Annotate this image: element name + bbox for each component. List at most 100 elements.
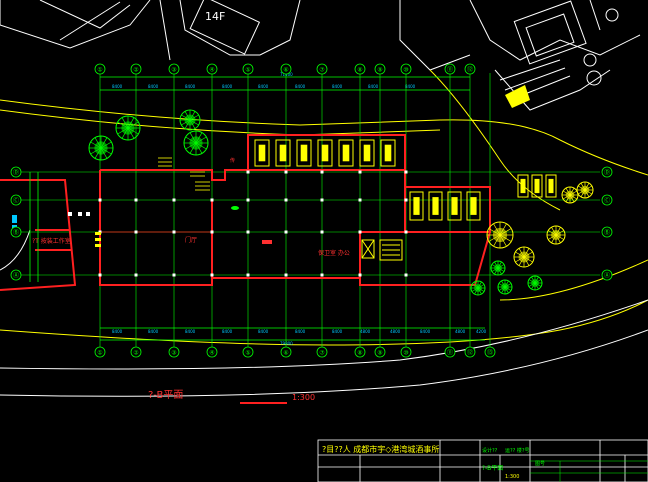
axis-bubble-right-3: Ⓑ (601, 226, 613, 238)
column (134, 273, 138, 277)
axis-bubble-bottom-3: ③ (168, 346, 180, 358)
axis-bubble-bottom-6: ⑥ (280, 346, 292, 358)
axis-bubble-right-1: Ⓓ (601, 166, 613, 178)
axis-bubble-bottom-13: ⑬ (484, 346, 496, 358)
svg-text:8400: 8400 (332, 84, 343, 89)
svg-text:⑧: ⑧ (357, 350, 362, 357)
axis-bubble-top-4: ④ (206, 63, 218, 75)
column (246, 198, 250, 202)
svg-text:①: ① (97, 350, 102, 357)
tree-4 (183, 130, 209, 156)
column (246, 170, 250, 174)
svg-text:⑥: ⑥ (283, 350, 288, 357)
tree-2 (88, 135, 114, 161)
axis-bubble-top-1: ① (94, 63, 106, 75)
axis-bubble-left-1: Ⓓ (10, 166, 22, 178)
axis-bubble-bottom-12: ⑫ (464, 346, 476, 358)
svg-text:①: ① (97, 67, 102, 74)
svg-text:⑦: ⑦ (319, 67, 325, 74)
svg-text:4800: 4800 (455, 329, 466, 334)
tree-8 (561, 186, 579, 204)
room-label-lobby: 门厅 (185, 236, 197, 244)
neighbor-label: 14F (205, 10, 225, 23)
tree-11 (470, 280, 486, 296)
svg-text:Ⓐ: Ⓐ (13, 272, 19, 280)
tree-12 (497, 279, 513, 295)
svg-text:79800: 79800 (280, 341, 293, 346)
axis-bubble-top-6: ⑥ (280, 63, 292, 75)
axis-bubble-top-2: ② (130, 63, 142, 75)
svg-text:④: ④ (209, 350, 214, 357)
column (404, 198, 408, 202)
axis-bubble-top-7: ⑦ (316, 63, 328, 75)
svg-text:⑨: ⑨ (377, 350, 382, 357)
column (284, 198, 288, 202)
svg-text:Ⓓ: Ⓓ (13, 169, 19, 177)
column (404, 273, 408, 277)
column (404, 230, 408, 234)
column (98, 273, 102, 277)
reception-marker (262, 240, 272, 244)
left-building-piers (68, 212, 90, 216)
column (284, 273, 288, 277)
svg-text:⑫: ⑫ (467, 66, 473, 74)
axis-bubble-bottom-7: ⑦ (316, 346, 328, 358)
axis-bubble-bottom-5: ⑤ (242, 346, 254, 358)
tree-5 (486, 221, 514, 249)
column (210, 273, 214, 277)
axis-bubble-top-12: ⑫ (464, 63, 476, 75)
svg-text:4800: 4800 (390, 329, 401, 334)
tree-13 (527, 275, 543, 291)
svg-text:⑦: ⑦ (319, 350, 325, 357)
svg-text:Ⓐ: Ⓐ (604, 272, 610, 280)
axis-bubble-top-8: ⑧ (354, 63, 366, 75)
column (358, 273, 362, 277)
svg-text:⑥: ⑥ (283, 67, 288, 74)
column (246, 273, 250, 277)
svg-text:8400: 8400 (222, 329, 233, 334)
tree-7 (546, 225, 566, 245)
axis-bubble-top-9: ⑨ (374, 63, 386, 75)
title-block-scale: 1:300 (505, 474, 519, 480)
room-label-office: 保卫室 办公 (318, 249, 350, 257)
title-block-row2-left: 设计?? (482, 447, 498, 454)
axis-bubble-bottom-9: ⑨ (374, 346, 386, 358)
column (172, 198, 176, 202)
tree-9 (576, 181, 594, 199)
svg-text:4200: 4200 (476, 329, 487, 334)
svg-text:Ⓒ: Ⓒ (13, 197, 19, 205)
entrance-steps (95, 232, 101, 247)
floor-plan-drawing: 14F 8400 8400 8400 8400 8400 8400 8400 8… (0, 0, 648, 482)
tree-3 (179, 109, 201, 131)
svg-text:⑤: ⑤ (245, 350, 250, 357)
svg-text:8400: 8400 (185, 84, 196, 89)
svg-text:4800: 4800 (360, 329, 371, 334)
column (404, 170, 408, 174)
column (98, 198, 102, 202)
axis-bubble-left-3: Ⓑ (10, 226, 22, 238)
plant-marker (231, 206, 239, 210)
svg-text:②: ② (133, 67, 139, 74)
svg-text:Ⓓ: Ⓓ (604, 169, 610, 177)
axis-bubble-top-5: ⑤ (242, 63, 254, 75)
svg-text:8400: 8400 (148, 84, 159, 89)
svg-text:③: ③ (171, 67, 176, 74)
axis-bubble-top-11: ⑪ (444, 63, 456, 75)
column (246, 230, 250, 234)
svg-text:8400: 8400 (222, 84, 233, 89)
column (134, 230, 138, 234)
svg-text:⑨: ⑨ (377, 67, 382, 74)
svg-text:8400: 8400 (368, 84, 379, 89)
axis-bubble-bottom-2: ② (130, 346, 142, 358)
title-block-project: ?目??人 成都市宇◇港湾城酒事所 (322, 444, 439, 454)
svg-text:8400: 8400 (295, 84, 306, 89)
column (358, 170, 362, 174)
svg-text:⑫: ⑫ (467, 349, 473, 357)
axis-bubble-bottom-10: ⑩ (400, 346, 412, 358)
svg-text:8400: 8400 (295, 329, 306, 334)
column (284, 170, 288, 174)
column (172, 230, 176, 234)
svg-text:8400: 8400 (112, 84, 123, 89)
tree-1 (115, 115, 141, 141)
svg-text:8400: 8400 (332, 329, 343, 334)
